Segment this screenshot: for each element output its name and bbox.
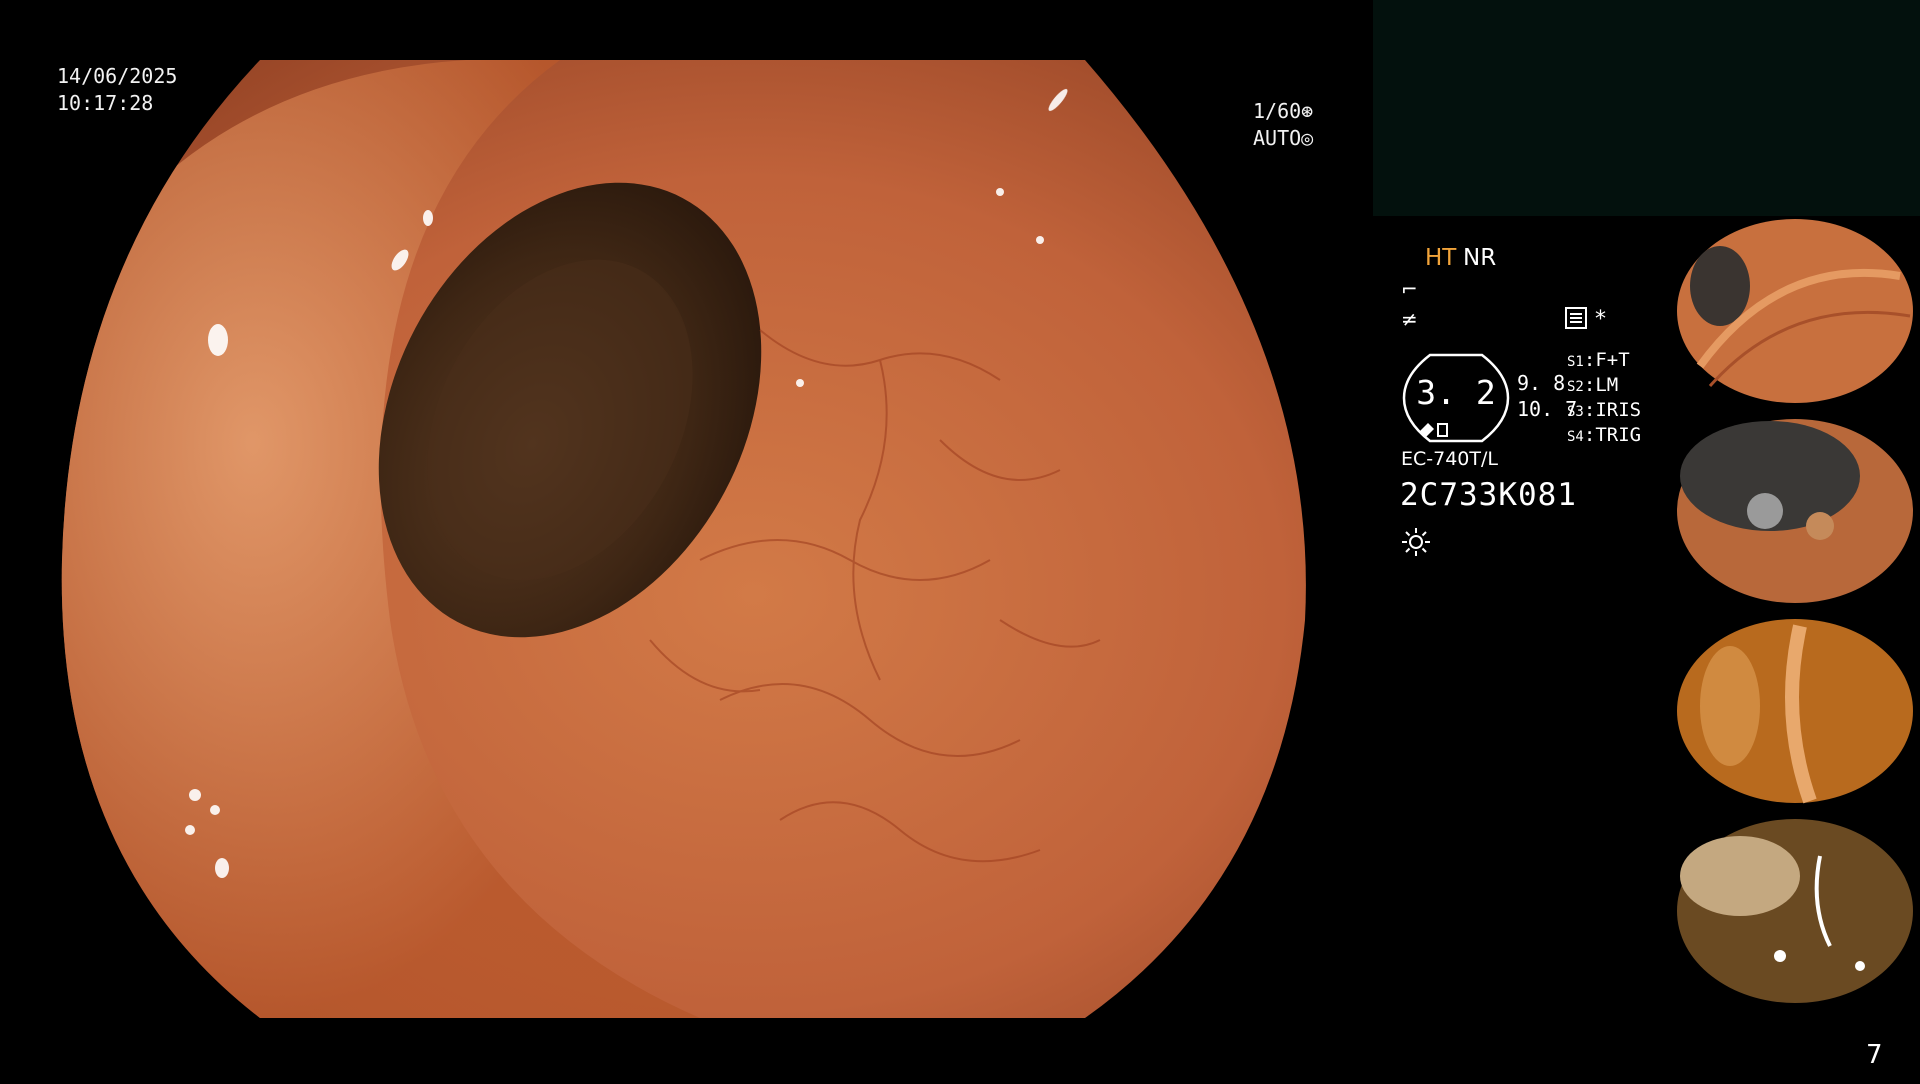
switch-key: S2 — [1567, 379, 1584, 395]
thumbnail-1[interactable] — [1670, 216, 1920, 406]
enhancement-icon: ⌐ — [1401, 277, 1418, 301]
iris-label: AUTO — [1253, 126, 1302, 150]
thumbnail-image — [1670, 416, 1920, 606]
endoscopy-image — [61, 60, 1306, 1018]
switch-row-4: S4:TRIG — [1567, 424, 1642, 446]
exposure-overlay: 1/60⊛ AUTO◎ — [1253, 98, 1313, 152]
processor-info-panel: HT NR ⌐ ≠ 3. 2 9. 8 10. 7 * S1:F+T S2:LM… — [1395, 235, 1685, 595]
thumbnail-2[interactable] — [1670, 416, 1920, 606]
switch-row-1: S1:F+T — [1567, 349, 1630, 371]
thumbnail-image — [1670, 216, 1920, 406]
shutter-row: 1/60⊛ — [1253, 98, 1313, 125]
thumbnail-3[interactable] — [1670, 616, 1920, 806]
timestamp-overlay: 14/06/2025 10:17:28 — [57, 63, 177, 117]
light-source-icon — [1402, 528, 1430, 556]
thumbnail-image — [1670, 616, 1920, 806]
scope-model: EC-740T/L — [1401, 448, 1498, 470]
switch-key: S3 — [1567, 404, 1584, 420]
endoscopy-main-view: 14/06/2025 10:17:28 1/60⊛ AUTO◎ — [0, 0, 1370, 1080]
top-right-panel — [1373, 0, 1920, 216]
switch-key: S1 — [1567, 354, 1584, 370]
hexagon-value: 3. 2 — [1416, 373, 1496, 412]
switch-key: S4 — [1567, 429, 1584, 445]
shutter-icon: ⊛ — [1301, 99, 1314, 123]
switch-row-2: S2:LM — [1567, 374, 1619, 396]
time-label: 10:17:28 — [57, 91, 154, 115]
side-value-1: 9. 8 — [1517, 371, 1566, 395]
iris-icon: ◎ — [1301, 126, 1314, 150]
iris-row: AUTO◎ — [1253, 125, 1313, 152]
switch-value: F+T — [1595, 349, 1630, 371]
ht-mode-label: HT — [1425, 245, 1457, 271]
asterisk-icon: * — [1595, 307, 1606, 332]
page-number: 7 — [1866, 1040, 1883, 1070]
record-icon — [1565, 307, 1587, 329]
color-mode-icon: ≠ — [1401, 307, 1418, 331]
switch-value: TRIG — [1595, 424, 1642, 446]
switch-value: LM — [1595, 374, 1619, 396]
nr-mode-label: NR — [1463, 245, 1497, 271]
date-label: 14/06/2025 — [57, 64, 178, 88]
switch-row-3: S3:IRIS — [1567, 399, 1642, 421]
switch-value: IRIS — [1595, 399, 1642, 421]
thumbnail-4[interactable] — [1670, 816, 1920, 1006]
scope-serial: 2C733K081 — [1400, 477, 1577, 513]
thumbnail-image — [1670, 816, 1920, 1006]
shutter-label: 1/60 — [1253, 99, 1302, 123]
